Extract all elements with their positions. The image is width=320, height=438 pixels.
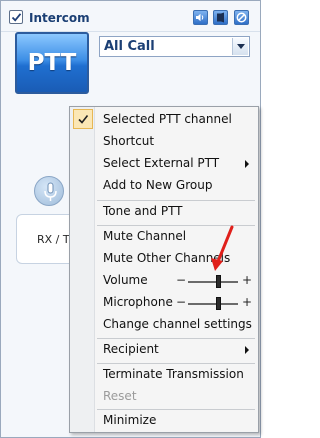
menu-item-microphone[interactable]: Microphone − +: [71, 291, 257, 313]
microphone-increase[interactable]: +: [242, 295, 252, 309]
microphone-slider-thumb[interactable]: [215, 297, 221, 310]
menu-item-tone-and-ptt[interactable]: Tone and PTT: [71, 200, 257, 222]
block-button[interactable]: [234, 10, 249, 25]
menu-item-select-external-ptt[interactable]: Select External PTT: [71, 152, 257, 174]
menu-item-label: Terminate Transmission: [103, 367, 244, 381]
menu-item-label: Select External PTT: [103, 156, 220, 170]
speaker-button[interactable]: [193, 10, 208, 25]
channel-select[interactable]: All Call: [99, 36, 250, 57]
panel-title: Intercom: [29, 11, 90, 25]
submenu-arrow-icon: [245, 160, 249, 168]
mute-icon: [217, 12, 224, 23]
menu-item-label: Mute Channel: [103, 229, 187, 243]
ptt-button[interactable]: PTT: [15, 32, 89, 94]
volume-slider[interactable]: − +: [176, 273, 252, 288]
menu-item-label: Add to New Group: [103, 178, 213, 192]
menu-item-recipient[interactable]: Recipient: [71, 338, 257, 360]
menu-item-add-to-new-group[interactable]: Add to New Group: [71, 174, 257, 196]
microphone-slider[interactable]: − +: [176, 295, 252, 310]
menu-item-selected-ptt-channel[interactable]: Selected PTT channel: [71, 108, 257, 130]
panel-header: Intercom: [1, 1, 260, 32]
speaker-icon: [196, 13, 204, 22]
channel-select-value: All Call: [104, 39, 155, 54]
submenu-arrow-icon: [245, 346, 249, 354]
menu-item-reset: Reset: [71, 385, 257, 407]
volume-decrease[interactable]: −: [176, 273, 186, 287]
intercom-enable-checkbox[interactable]: [9, 10, 23, 24]
menu-item-label: Volume: [103, 273, 148, 287]
block-icon: [236, 12, 247, 23]
menu-item-terminate-transmission[interactable]: Terminate Transmission: [71, 363, 257, 385]
menu-item-label: Selected PTT channel: [103, 112, 232, 126]
checkmark-icon: [11, 13, 22, 22]
microphone-slider-track: [188, 303, 238, 305]
menu-item-label: Shortcut: [103, 134, 155, 148]
menu-item-change-channel-settings[interactable]: Change channel settings: [71, 313, 257, 335]
menu-item-label: Microphone: [103, 295, 173, 309]
menu-item-shortcut[interactable]: Shortcut: [71, 130, 257, 152]
mute-button[interactable]: [213, 10, 228, 25]
microphone-decrease[interactable]: −: [176, 295, 186, 309]
menu-item-label: Reset: [103, 389, 137, 403]
menu-item-label: Change channel settings: [103, 317, 252, 331]
menu-item-label: Minimize: [103, 413, 157, 427]
chevron-down-icon[interactable]: [232, 38, 248, 55]
checkmark-icon: [73, 109, 93, 129]
menu-item-label: Tone and PTT: [103, 204, 183, 218]
annotation-arrow-icon: [211, 225, 234, 271]
volume-increase[interactable]: +: [242, 273, 252, 287]
volume-slider-thumb[interactable]: [215, 275, 221, 288]
menu-item-label: Recipient: [103, 342, 159, 356]
microphone-icon[interactable]: [34, 176, 64, 206]
volume-slider-track: [188, 281, 238, 283]
menu-item-minimize[interactable]: Minimize: [71, 409, 257, 431]
